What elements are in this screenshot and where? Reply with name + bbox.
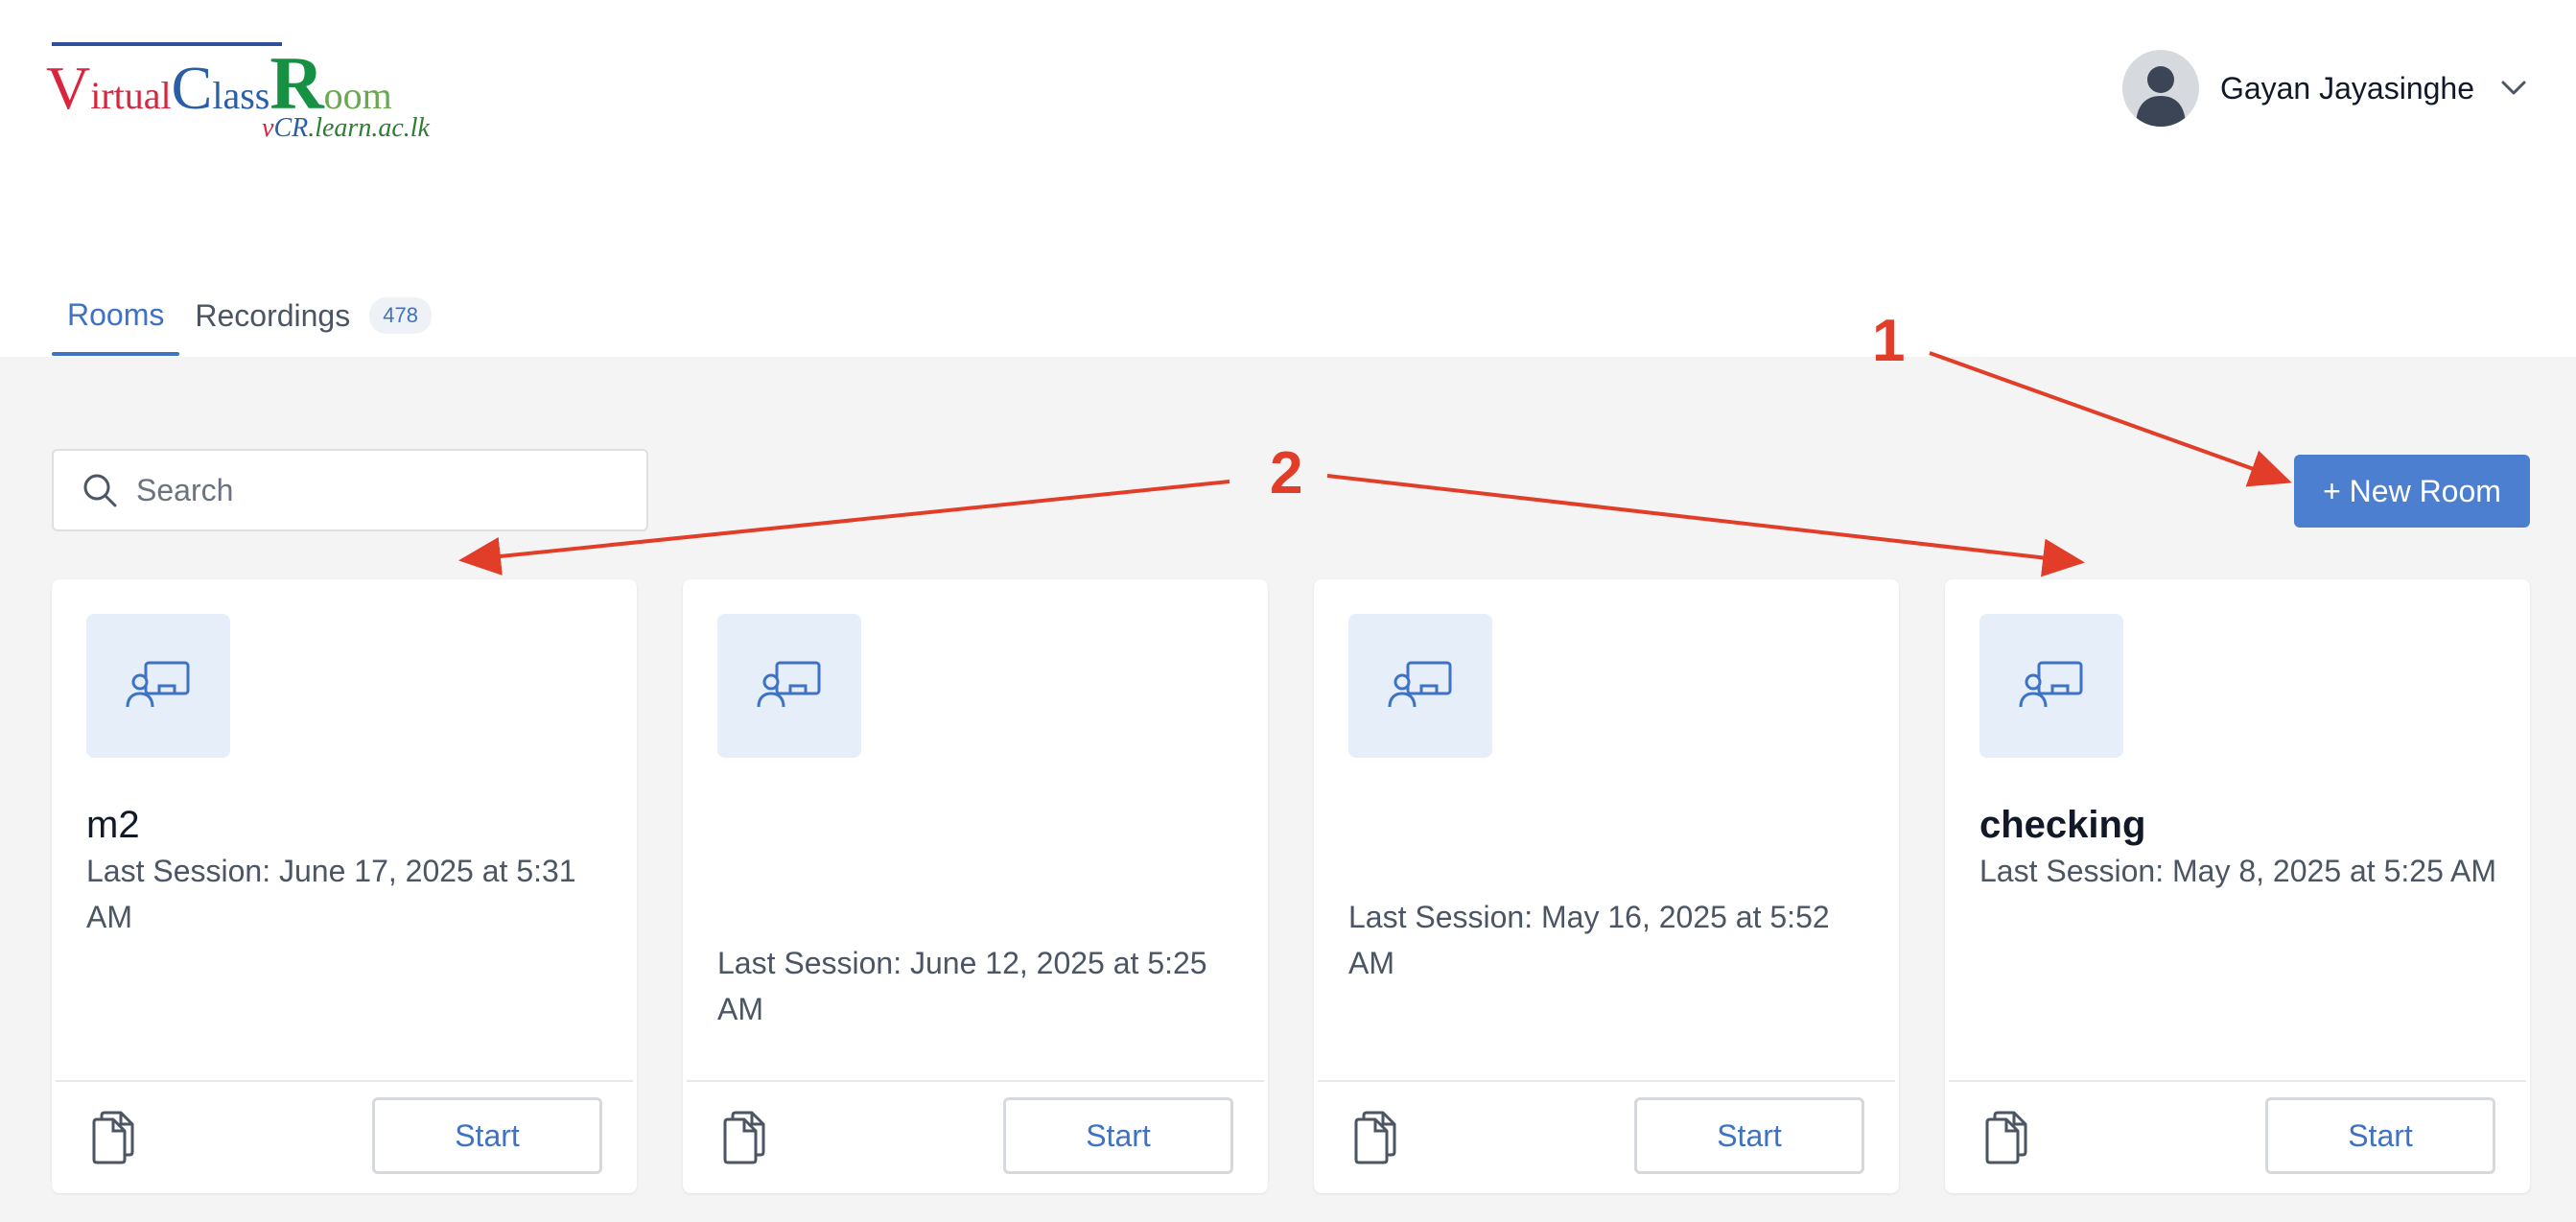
tab-rooms[interactable]: Rooms — [52, 288, 180, 356]
room-icon-tile — [1979, 614, 2123, 758]
room-card[interactable]: Last Session: May 16, 2025 at 5:52 AM St… — [1314, 579, 1899, 1193]
room-icon-tile — [1348, 614, 1492, 758]
room-name: m2 — [86, 804, 140, 846]
user-menu[interactable]: Gayan Jayasinghe — [2121, 48, 2528, 129]
room-icon-tile — [717, 614, 861, 758]
user-name: Gayan Jayasinghe — [2219, 70, 2474, 106]
search-input[interactable] — [134, 471, 637, 509]
room-card[interactable]: m2 Last Session: June 17, 2025 at 5:31 A… — [52, 579, 637, 1193]
tab-rooms-label: Rooms — [67, 297, 165, 332]
presenter-board-icon — [1388, 661, 1452, 708]
search-icon — [83, 474, 117, 507]
start-button[interactable]: Start — [372, 1097, 602, 1174]
new-room-button[interactable]: + New Room — [2294, 455, 2530, 528]
room-icon-tile — [86, 614, 230, 758]
room-last-session: Last Session: June 12, 2025 at 5:25 AM — [717, 946, 1207, 1026]
start-button[interactable]: Start — [1634, 1097, 1864, 1174]
presenter-board-icon — [2019, 661, 2083, 708]
tab-bar: Rooms Recordings 478 — [52, 288, 447, 357]
logo-subtitle: vCR.learn.ac.lk — [262, 113, 430, 143]
card-divider — [1318, 1080, 1895, 1082]
room-card[interactable]: checking Last Session: May 8, 2025 at 5:… — [1945, 579, 2530, 1193]
user-silhouette-icon — [2135, 66, 2186, 127]
card-divider — [687, 1080, 1264, 1082]
room-last-session: Last Session: May 8, 2025 at 5:25 AM — [1979, 854, 2496, 888]
presenter-board-icon — [126, 661, 190, 708]
tab-recordings-label: Recordings — [195, 297, 351, 333]
start-button[interactable]: Start — [1003, 1097, 1233, 1174]
card-divider — [56, 1080, 633, 1082]
copy-icon[interactable] — [1979, 1109, 2033, 1166]
annotation-label-2: 2 — [1270, 440, 1303, 506]
search-box[interactable] — [52, 449, 648, 531]
copy-icon[interactable] — [717, 1109, 771, 1166]
room-name: checking — [1979, 804, 2146, 846]
start-button[interactable]: Start — [2265, 1097, 2495, 1174]
recordings-count-badge: 478 — [369, 297, 432, 334]
card-divider — [1949, 1080, 2526, 1082]
presenter-board-icon — [757, 661, 821, 708]
room-last-session: Last Session: June 17, 2025 at 5:31 AM — [86, 854, 576, 934]
virtual-classroom-logo[interactable]: VirtualClassRoom vCR.learn.ac.lk — [46, 29, 449, 153]
tab-recordings[interactable]: Recordings 478 — [179, 288, 447, 357]
copy-icon[interactable] — [86, 1109, 140, 1166]
room-card[interactable]: Last Session: June 12, 2025 at 5:25 AM S… — [683, 579, 1268, 1193]
room-last-session: Last Session: May 16, 2025 at 5:52 AM — [1348, 900, 1830, 980]
header: VirtualClassRoom vCR.learn.ac.lk Gayan J… — [0, 0, 2576, 357]
copy-icon[interactable] — [1348, 1109, 1402, 1166]
chevron-down-icon[interactable] — [2499, 74, 2528, 103]
avatar[interactable] — [2121, 50, 2199, 127]
annotation-label-1: 1 — [1872, 308, 1906, 374]
